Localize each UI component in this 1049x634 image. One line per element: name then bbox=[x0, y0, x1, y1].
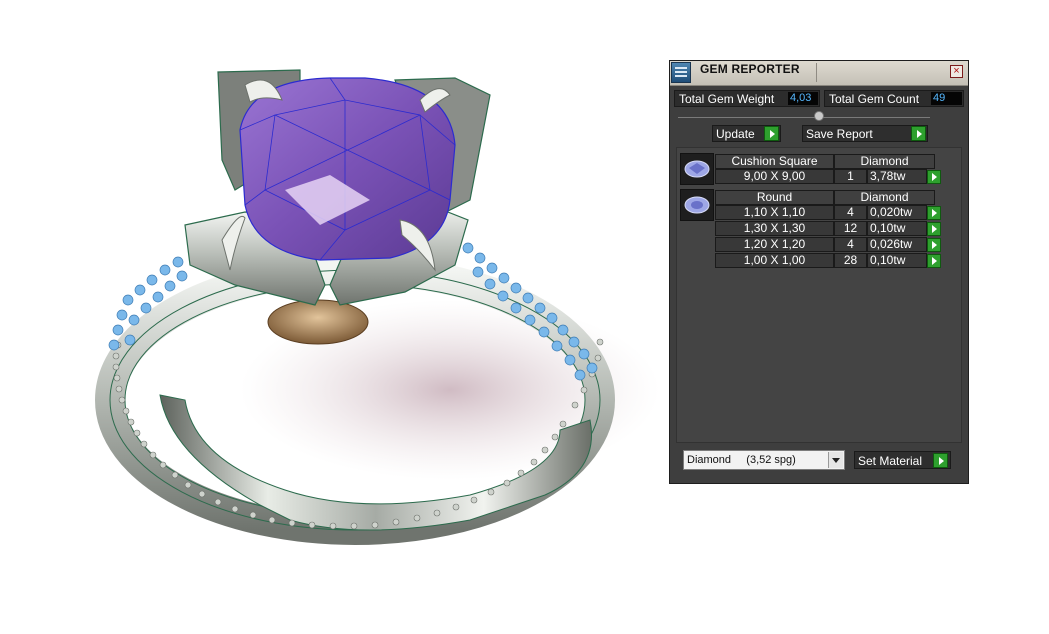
play-arrow-icon[interactable] bbox=[927, 170, 941, 184]
gem-size-cell: 9,00 X 9,00 bbox=[715, 169, 834, 184]
total-gem-count-label: Total Gem Count bbox=[829, 92, 920, 106]
gem-thumbnail-icon[interactable] bbox=[680, 189, 714, 221]
gem-weight-cell: 0,020tw bbox=[867, 205, 927, 220]
close-icon[interactable]: × bbox=[950, 65, 963, 78]
gem-weight-cell: 0,10tw bbox=[867, 253, 927, 268]
gem-shape-header: Cushion Square bbox=[715, 154, 834, 169]
3d-viewport[interactable] bbox=[0, 0, 668, 634]
total-gem-count-value: 49 bbox=[931, 92, 962, 105]
gem-material-header: Diamond bbox=[834, 154, 935, 169]
set-material-button[interactable]: Set Material bbox=[854, 451, 951, 469]
save-report-button[interactable]: Save Report bbox=[802, 125, 928, 142]
gem-weight-cell: 0,10tw bbox=[867, 221, 927, 236]
gem-count-cell: 1 bbox=[834, 169, 867, 184]
gem-list: Cushion Square Diamond 9,00 X 9,00 1 3,7… bbox=[676, 147, 962, 443]
play-arrow-icon[interactable] bbox=[927, 238, 941, 252]
panel-title: GEM REPORTER bbox=[700, 62, 800, 76]
gem-count-cell: 12 bbox=[834, 221, 867, 236]
total-gem-weight-field: Total Gem Weight 4,03 bbox=[674, 90, 820, 107]
save-report-button-label: Save Report bbox=[806, 127, 873, 141]
slider-track[interactable] bbox=[678, 117, 930, 118]
titlebar-divider bbox=[816, 63, 817, 82]
gem-shape-header: Round bbox=[715, 190, 834, 205]
gem-weight-cell: 3,78tw bbox=[867, 169, 927, 184]
gem-count-cell: 4 bbox=[834, 205, 867, 220]
gem-material-header: Diamond bbox=[834, 190, 935, 205]
gem-size-cell: 1,20 X 1,20 bbox=[715, 237, 834, 252]
panel-titlebar[interactable]: GEM REPORTER × bbox=[670, 61, 968, 86]
set-material-button-label: Set Material bbox=[858, 454, 923, 468]
play-arrow-icon[interactable] bbox=[927, 206, 941, 220]
gem-thumbnail-icon[interactable] bbox=[680, 153, 714, 185]
total-gem-count-field: Total Gem Count 49 bbox=[824, 90, 964, 107]
total-gem-weight-label: Total Gem Weight bbox=[679, 92, 775, 106]
play-arrow-icon[interactable] bbox=[764, 126, 779, 141]
gold-gallery bbox=[267, 299, 369, 345]
gem-count-cell: 28 bbox=[834, 253, 867, 268]
gem-reporter-panel: GEM REPORTER × Total Gem Weight 4,03 Tot… bbox=[669, 60, 969, 484]
material-dropdown-value: Diamond (3,52 spg) bbox=[687, 454, 796, 466]
gem-reporter-app-icon bbox=[671, 62, 691, 83]
gem-size-cell: 1,10 X 1,10 bbox=[715, 205, 834, 220]
play-arrow-icon[interactable] bbox=[927, 254, 941, 268]
total-gem-weight-value: 4,03 bbox=[788, 92, 818, 105]
update-button[interactable]: Update bbox=[712, 125, 781, 142]
gem-count-cell: 4 bbox=[834, 237, 867, 252]
play-arrow-icon[interactable] bbox=[911, 126, 926, 141]
gem-size-cell: 1,30 X 1,30 bbox=[715, 221, 834, 236]
update-button-label: Update bbox=[716, 127, 755, 141]
gem-weight-cell: 0,026tw bbox=[867, 237, 927, 252]
chevron-down-icon[interactable] bbox=[828, 452, 843, 468]
ring-render bbox=[95, 69, 660, 545]
play-arrow-icon[interactable] bbox=[933, 453, 948, 468]
gem-size-cell: 1,00 X 1,00 bbox=[715, 253, 834, 268]
material-dropdown[interactable]: Diamond (3,52 spg) bbox=[683, 450, 845, 470]
play-arrow-icon[interactable] bbox=[927, 222, 941, 236]
slider-handle[interactable] bbox=[814, 111, 824, 121]
